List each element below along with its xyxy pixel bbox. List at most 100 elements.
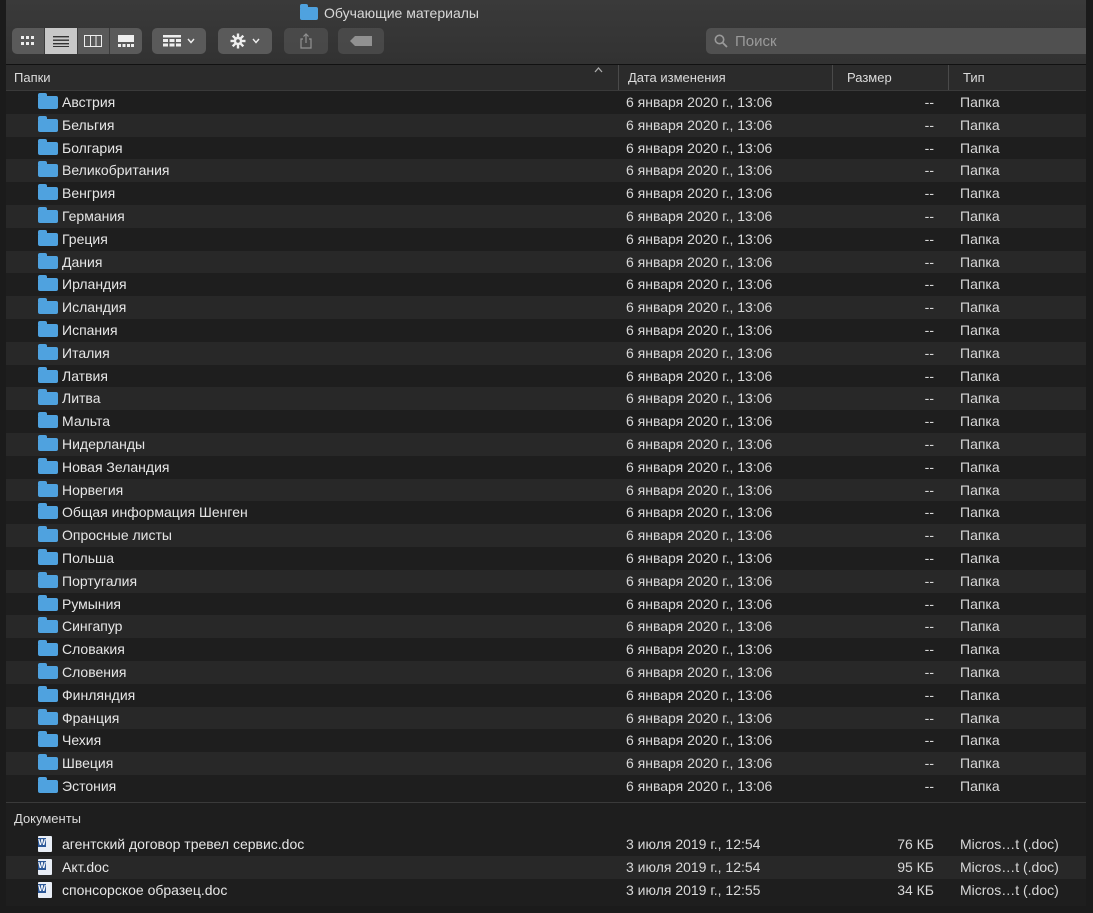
gallery-view-button[interactable] <box>110 28 142 54</box>
folder-icon-wrap <box>38 161 58 178</box>
folder-icon <box>38 161 58 178</box>
folder-row[interactable]: Франция 6 января 2020 г., 13:06 -- Папка <box>6 706 1086 730</box>
item-date: 6 января 2020 г., 13:06 <box>626 504 773 521</box>
folder-icon <box>38 434 58 451</box>
item-kind: Micros…t (.doc) <box>960 836 1059 852</box>
date-column-header[interactable]: Дата изменения <box>618 65 832 90</box>
item-name: Словакия <box>62 641 125 658</box>
folder-row[interactable]: Италия 6 января 2020 г., 13:06 -- Папка <box>6 341 1086 365</box>
folder-row[interactable]: Чехия 6 января 2020 г., 13:06 -- Папка <box>6 729 1086 753</box>
item-name: Общая информация Шенген <box>62 504 248 521</box>
folder-row[interactable]: Дания 6 января 2020 г., 13:06 -- Папка <box>6 250 1086 274</box>
kind-column-header[interactable]: Тип <box>948 65 1086 90</box>
folder-icon-wrap <box>38 571 58 588</box>
search-input[interactable] <box>733 31 1037 51</box>
item-date: 6 января 2020 г., 13:06 <box>626 458 773 475</box>
folder-row[interactable]: Общая информация Шенген 6 января 2020 г.,… <box>6 501 1086 525</box>
folder-icon-wrap <box>38 503 58 520</box>
folder-row[interactable]: Словакия 6 января 2020 г., 13:06 -- Папка <box>6 638 1086 661</box>
item-kind: Папка <box>960 686 1000 703</box>
folder-row[interactable]: Ирландия 6 января 2020 г., 13:06 -- Папка <box>6 273 1086 297</box>
item-date: 3 июля 2019 г., 12:55 <box>626 881 761 898</box>
folder-row[interactable]: Венгрия 6 января 2020 г., 13:06 -- Папка <box>6 182 1086 205</box>
item-date: 6 января 2020 г., 13:06 <box>626 230 773 247</box>
folder-row[interactable]: Румыния 6 января 2020 г., 13:06 -- Папка <box>6 592 1086 616</box>
folder-row[interactable]: Словения 6 января 2020 г., 13:06 -- Папка <box>6 660 1086 684</box>
folder-row[interactable]: Финляндия 6 января 2020 г., 13:06 -- Папка <box>6 683 1086 707</box>
item-name: Греция <box>62 230 108 247</box>
folder-row[interactable]: Греция 6 января 2020 г., 13:06 -- Папка <box>6 227 1086 251</box>
item-kind: Папка <box>960 618 1000 635</box>
action-menu-button[interactable] <box>218 28 272 54</box>
folder-icon-wrap <box>38 662 58 679</box>
item-kind: Micros…t (.doc) <box>960 881 1059 898</box>
item-date: 3 июля 2019 г., 12:54 <box>626 858 761 875</box>
item-name: спонсорское образец.doc <box>62 881 228 898</box>
item-size: -- <box>924 549 934 566</box>
item-name: Италия <box>62 344 110 361</box>
folder-row[interactable]: Германия 6 января 2020 г., 13:06 -- Папка <box>6 204 1086 228</box>
item-name: Норвегия <box>62 481 124 498</box>
item-kind: Папка <box>960 504 1000 521</box>
list-view-button[interactable] <box>44 28 78 54</box>
item-date: 6 января 2020 г., 13:06 <box>626 686 773 703</box>
folder-icon <box>38 366 58 383</box>
folder-row[interactable]: Мальта 6 января 2020 г., 13:06 -- Папка <box>6 410 1086 433</box>
folder-icon <box>38 275 58 292</box>
folder-icon <box>38 526 58 543</box>
folder-icon-wrap <box>38 229 58 246</box>
item-name: Латвия <box>62 367 108 384</box>
document-row[interactable]: спонсорское образец.doc 3 июля 2019 г., 1… <box>6 878 1086 902</box>
folder-row[interactable]: Великобритания 6 января 2020 г., 13:06 -- П… <box>6 159 1086 183</box>
search-field[interactable] <box>706 28 1086 54</box>
item-name: Испания <box>62 321 118 338</box>
item-kind: Папка <box>960 709 1000 726</box>
name-column-header[interactable]: Папки <box>14 65 614 90</box>
folder-row[interactable]: Швеция 6 января 2020 г., 13:06 -- Папка <box>6 752 1086 775</box>
item-date: 6 января 2020 г., 13:06 <box>626 276 773 293</box>
item-size: -- <box>924 230 934 247</box>
folder-row[interactable]: Польша 6 января 2020 г., 13:06 -- Папка <box>6 546 1086 570</box>
item-name: Финляндия <box>62 686 136 703</box>
tag-button[interactable] <box>338 28 384 54</box>
folder-row[interactable]: Исландия 6 января 2020 г., 13:06 -- Папка <box>6 296 1086 319</box>
folder-icon-wrap <box>38 548 58 565</box>
folder-icon <box>38 754 58 771</box>
item-name: Швеция <box>62 755 114 772</box>
folder-row[interactable]: Литва 6 января 2020 г., 13:06 -- Папка <box>6 387 1086 411</box>
item-kind: Папка <box>960 162 1000 179</box>
item-date: 6 января 2020 г., 13:06 <box>626 755 773 772</box>
icon-view-button[interactable] <box>12 28 45 54</box>
group-by-menu-button[interactable] <box>152 28 206 54</box>
share-button[interactable] <box>284 28 328 54</box>
item-kind: Папка <box>960 299 1000 316</box>
folder-icon <box>38 685 58 702</box>
folder-row[interactable]: Португалия 6 января 2020 г., 13:06 -- Папка <box>6 569 1086 593</box>
item-size: -- <box>924 481 934 498</box>
folder-row[interactable]: Сингапур 6 января 2020 г., 13:06 -- Папка <box>6 615 1086 639</box>
item-size: 34 КБ <box>897 881 934 898</box>
folder-icon <box>38 229 58 246</box>
word-document-icon <box>38 858 52 875</box>
item-name: Австрия <box>62 94 116 110</box>
folder-row[interactable]: Опросные листы 6 января 2020 г., 13:06 -- П… <box>6 524 1086 547</box>
folder-row[interactable]: Эстония 6 января 2020 г., 13:06 -- Папка <box>6 774 1086 798</box>
item-kind: Micros…t (.doc) <box>960 858 1059 875</box>
folder-row[interactable]: Болгария 6 января 2020 г., 13:06 -- Папка <box>6 136 1086 160</box>
item-date: 6 января 2020 г., 13:06 <box>626 413 773 430</box>
document-row[interactable]: Акт.doc 3 июля 2019 г., 12:54 95 КБ Micros…… <box>6 855 1086 879</box>
finder-window: Обучающие материалы Поиск Папки Дата изм… <box>6 0 1086 906</box>
folder-row[interactable]: Бельгия 6 января 2020 г., 13:06 -- Папка <box>6 113 1086 137</box>
item-kind: Папка <box>960 139 1000 156</box>
folder-icon-wrap <box>38 457 58 474</box>
folder-row[interactable]: Нидерланды 6 января 2020 г., 13:06 -- Папка <box>6 432 1086 456</box>
item-date: 6 января 2020 г., 13:06 <box>626 527 773 544</box>
folder-row[interactable]: Норвегия 6 января 2020 г., 13:06 -- Папка <box>6 478 1086 502</box>
column-view-button[interactable] <box>78 28 111 54</box>
folder-row[interactable]: Латвия 6 января 2020 г., 13:06 -- Папка <box>6 364 1086 388</box>
size-column-header[interactable]: Размер <box>832 65 948 90</box>
folder-row[interactable]: Испания 6 января 2020 г., 13:06 -- Папка <box>6 318 1086 342</box>
folder-row[interactable]: Новая Зеландия 6 января 2020 г., 13:06 -- П… <box>6 455 1086 479</box>
folder-row[interactable]: Австрия 6 января 2020 г., 13:06 -- Папка <box>6 91 1086 114</box>
document-row[interactable]: агентский договор тревел сервис.doc 3 июл… <box>6 833 1086 856</box>
